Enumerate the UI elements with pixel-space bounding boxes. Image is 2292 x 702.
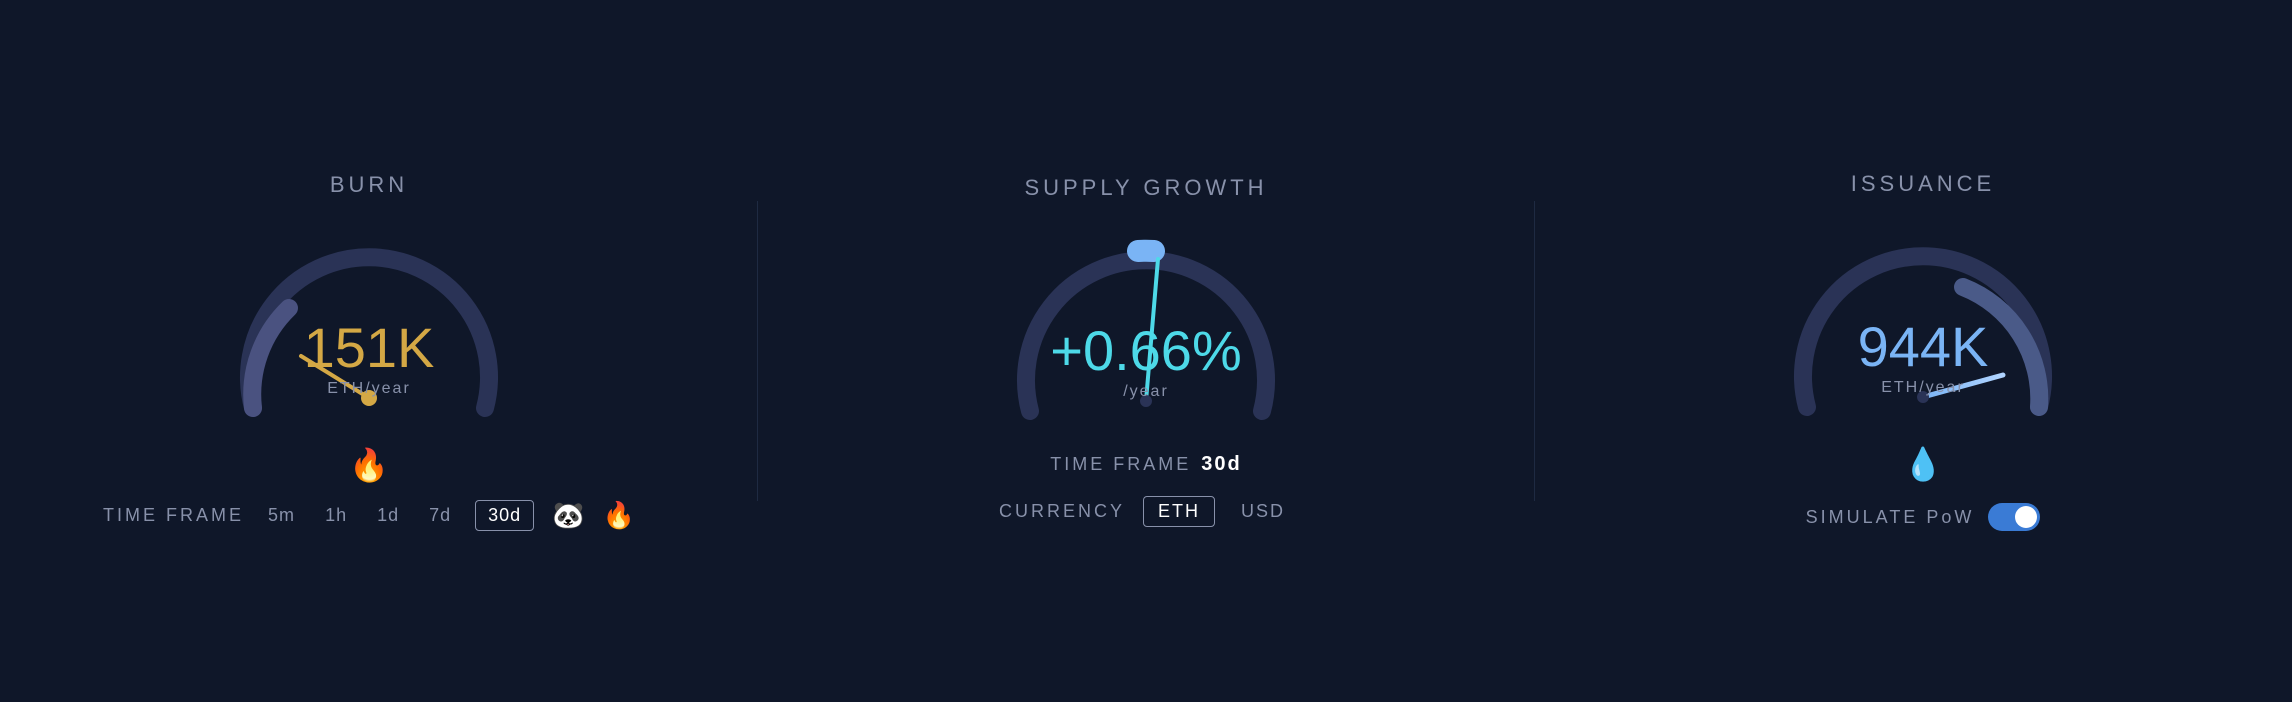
- issuance-icon: 💧: [1903, 445, 1943, 483]
- timeframe-1h[interactable]: 1h: [319, 501, 353, 530]
- burn-gauge: 151K ETH/year: [209, 208, 529, 428]
- merge-icon-button[interactable]: 🐼: [552, 500, 584, 531]
- currency-usd[interactable]: USD: [1233, 497, 1293, 526]
- burn-title: BURN: [330, 172, 408, 198]
- fire-icon-button[interactable]: 🔥: [603, 500, 635, 531]
- supply-growth-title: SUPPLY GROWTH: [1024, 175, 1267, 201]
- toggle-knob: [2015, 506, 2037, 528]
- burn-controls: TIME FRAME 5m 1h 1d 7d 30d 🐼 🔥: [103, 500, 635, 531]
- supply-growth-panel: SUPPLY GROWTH +0.66% /year TIME FRAME 30…: [796, 175, 1496, 527]
- timeframe-1d[interactable]: 1d: [371, 501, 405, 530]
- divider-right: [1534, 201, 1535, 501]
- supply-gauge: +0.66% /year: [986, 211, 1306, 431]
- timeframe-30d[interactable]: 30d: [475, 500, 534, 531]
- divider-left: [757, 201, 758, 501]
- issuance-panel: ISSUANCE 944K ETH/year 💧 SIMULATE PoW: [1573, 171, 2273, 531]
- simulate-pow-toggle-container: SIMULATE PoW: [1806, 503, 2041, 531]
- issuance-number: 944K: [1858, 319, 1989, 375]
- issuance-gauge: 944K ETH/year: [1763, 207, 2083, 427]
- burn-value-container: 151K ETH/year: [304, 320, 435, 398]
- timeframe-7d[interactable]: 7d: [423, 501, 457, 530]
- simulate-pow-label: SIMULATE PoW: [1806, 507, 1975, 528]
- supply-value-container: +0.66% /year: [1050, 323, 1242, 401]
- supply-timeframe: TIME FRAME 30d: [1050, 453, 1241, 476]
- burn-number: 151K: [304, 320, 435, 376]
- supply-unit: /year: [1050, 383, 1242, 401]
- currency-eth[interactable]: ETH: [1143, 496, 1215, 527]
- simulate-pow-toggle[interactable]: [1988, 503, 2040, 531]
- burn-icon: 🔥: [349, 446, 389, 484]
- currency-label: CURRENCY: [999, 501, 1125, 522]
- currency-controls: CURRENCY ETH USD: [999, 496, 1293, 527]
- burn-panel: BURN 151K ETH/year 🔥 TIME FRAME 5m 1h 1d…: [19, 172, 719, 531]
- supply-number: +0.66%: [1050, 323, 1242, 379]
- timeframe-5m[interactable]: 5m: [262, 501, 301, 530]
- issuance-value-container: 944K ETH/year: [1858, 319, 1989, 397]
- burn-unit: ETH/year: [304, 380, 435, 398]
- supply-timeframe-label: TIME FRAME: [1050, 454, 1191, 475]
- issuance-title: ISSUANCE: [1851, 171, 1995, 197]
- issuance-unit: ETH/year: [1858, 379, 1989, 397]
- timeframe-label: TIME FRAME: [103, 505, 244, 526]
- supply-timeframe-value: 30d: [1201, 453, 1241, 476]
- simulate-pow-controls: SIMULATE PoW: [1806, 503, 2041, 531]
